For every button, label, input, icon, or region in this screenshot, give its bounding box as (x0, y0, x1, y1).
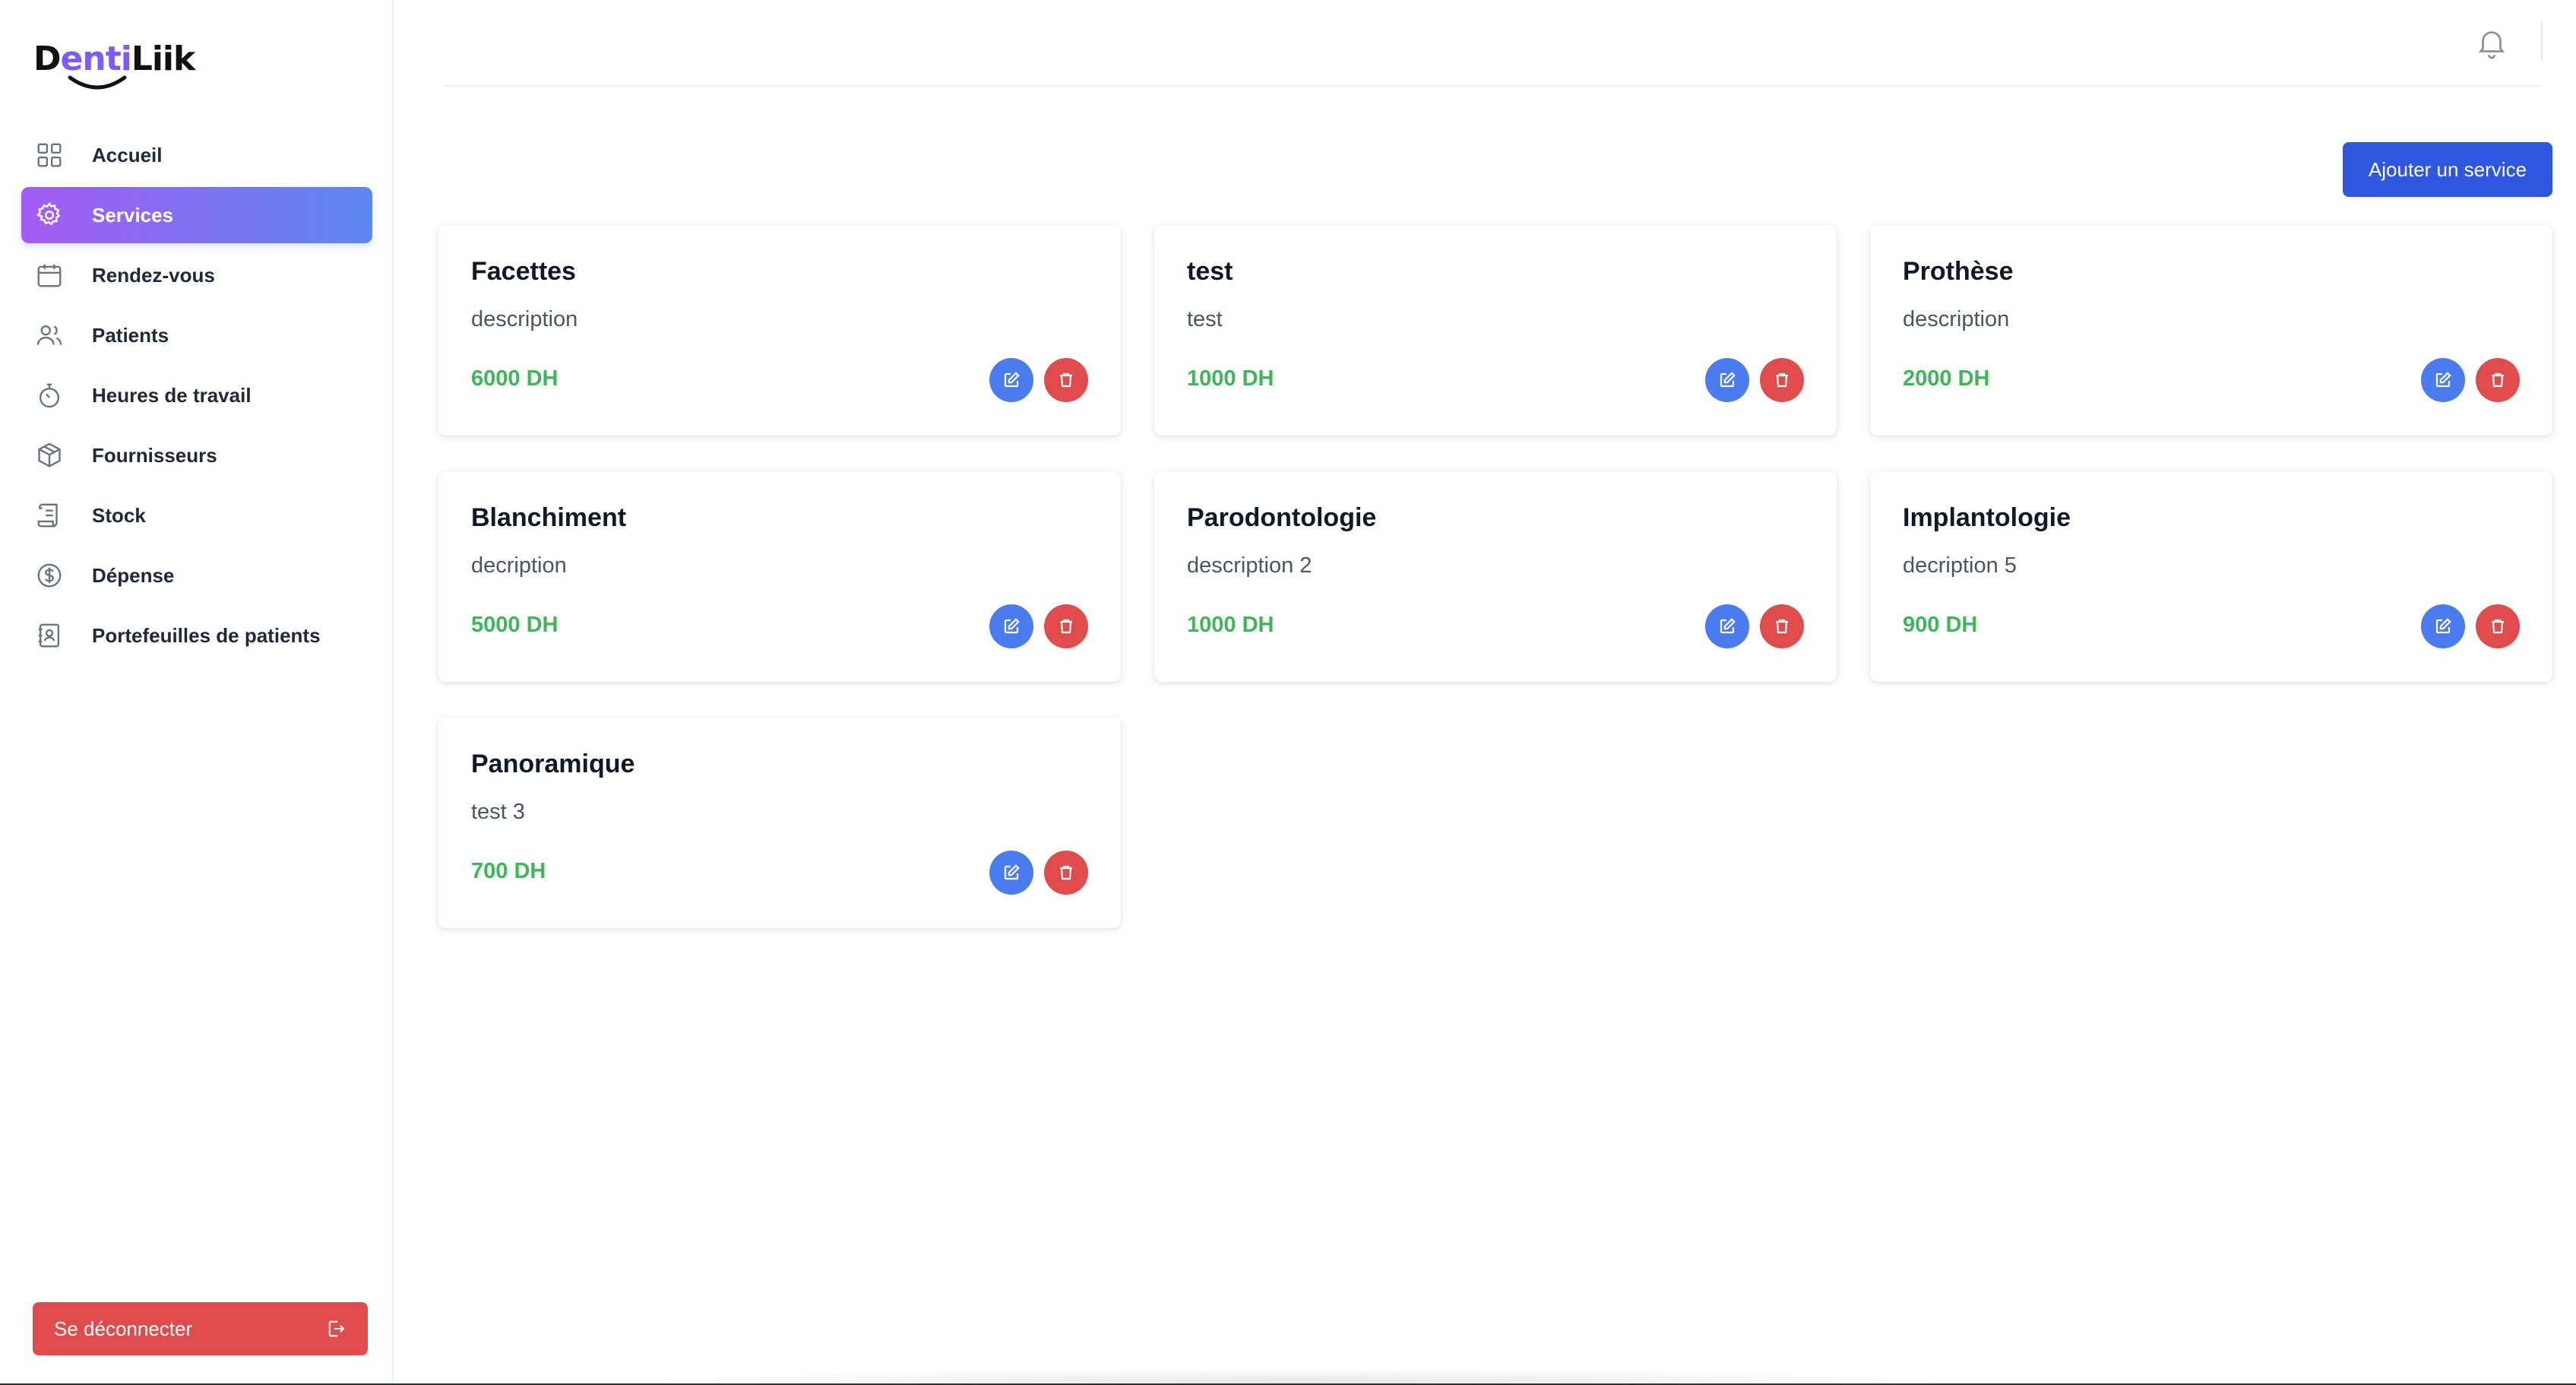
edit-icon (2435, 618, 2451, 634)
service-description: decription 5 (1903, 553, 2017, 578)
sidebar-item-fournisseurs[interactable]: Fournisseurs (21, 427, 372, 483)
trash-icon (1060, 619, 1072, 634)
edit-icon (1004, 618, 1020, 634)
logo-text-liik: Liik (131, 40, 195, 78)
logout-label: Se déconnecter (54, 1317, 193, 1340)
trash-icon (2492, 372, 2504, 388)
sidebar-item-label: Dépense (92, 563, 175, 587)
sidebar-item-label: Heures de travail (92, 383, 252, 407)
edit-button[interactable] (1705, 604, 1749, 648)
sidebar-item-label: Patients (92, 323, 169, 347)
service-card: Implantologie decription 5 900 DH (1870, 471, 2552, 682)
header-divider (2541, 21, 2543, 61)
trash-icon (1060, 372, 1072, 388)
sidebar-item-depense[interactable]: Dépense (21, 547, 372, 604)
service-price: 700 DH (471, 859, 546, 883)
service-description: test (1187, 307, 1223, 331)
service-title: Parodontologie (1187, 503, 1377, 532)
trash-icon (1060, 865, 1072, 880)
edit-button[interactable] (1705, 358, 1749, 402)
service-price: 1000 DH (1187, 366, 1274, 391)
service-card: Facettes description 6000 DH (438, 225, 1121, 436)
scroll-icon (33, 499, 65, 531)
app-root: Denti Liik Accueil Services Rendez-vous … (0, 0, 2576, 1385)
edit-button[interactable] (989, 851, 1033, 895)
service-title: Panoramique (471, 750, 635, 778)
service-description: description (1903, 307, 2010, 331)
sidebar-item-label: Rendez-vous (92, 263, 215, 287)
delete-button[interactable] (2476, 604, 2520, 648)
service-title: Implantologie (1903, 503, 2071, 532)
service-description: description 2 (1187, 553, 1312, 578)
service-card: Blanchiment decription 5000 DH (438, 471, 1121, 682)
service-title: Facettes (471, 257, 576, 286)
service-price: 6000 DH (471, 366, 559, 391)
sidebar-item-stock[interactable]: Stock (21, 487, 372, 544)
delete-button[interactable] (1044, 604, 1088, 648)
service-title: test (1187, 257, 1233, 286)
edit-icon (1004, 864, 1020, 880)
edit-button[interactable] (2421, 604, 2465, 648)
logout-button[interactable]: Se déconnecter (33, 1302, 368, 1355)
dollar-circle-icon (33, 559, 65, 591)
add-service-button[interactable]: Ajouter un service (2343, 142, 2552, 197)
edit-icon (1720, 618, 1736, 634)
service-card: test test 1000 DH (1154, 225, 1837, 436)
service-description: description (471, 307, 578, 331)
contact-book-icon (33, 620, 65, 651)
edit-button[interactable] (989, 604, 1033, 648)
service-price: 2000 DH (1903, 366, 1990, 391)
sidebar-item-label: Stock (92, 503, 146, 527)
delete-button[interactable] (1760, 358, 1804, 402)
edit-icon (2435, 372, 2451, 388)
service-description: decription (471, 553, 567, 578)
sidebar-item-services[interactable]: Services (21, 187, 372, 243)
sidebar-item-patients[interactable]: Patients (21, 307, 372, 363)
delete-button[interactable] (2476, 358, 2520, 402)
trash-icon (2492, 619, 2504, 634)
logo: Denti Liik (33, 40, 195, 100)
service-title: Prothèse (1903, 257, 2014, 286)
sidebar-item-portefeuilles[interactable]: Portefeuilles de patients (21, 607, 372, 664)
sidebar-item-heures-de-travail[interactable]: Heures de travail (21, 367, 372, 423)
bottom-shadow (593, 1368, 2006, 1385)
service-title: Blanchiment (471, 503, 627, 532)
trash-icon (1776, 372, 1788, 388)
sidebar: Denti Liik Accueil Services Rendez-vous … (0, 0, 394, 1385)
grid-icon (33, 139, 65, 171)
stopwatch-icon (33, 379, 65, 411)
bell-icon[interactable] (2474, 24, 2509, 61)
smile-icon (68, 75, 127, 90)
sidebar-item-label: Accueil (92, 143, 163, 166)
service-card: Panoramique test 3 700 DH (438, 718, 1121, 928)
service-price: 5000 DH (471, 613, 559, 637)
sidebar-item-label: Services (92, 203, 173, 227)
service-price: 900 DH (1903, 613, 1978, 637)
sidebar-item-label: Fournisseurs (92, 443, 217, 467)
logout-icon (328, 1320, 345, 1337)
edit-button[interactable] (989, 358, 1033, 402)
gear-icon (33, 199, 65, 231)
sidebar-item-accueil[interactable]: Accueil (21, 127, 372, 183)
service-card: Prothèse description 2000 DH (1870, 225, 2552, 436)
delete-button[interactable] (1044, 851, 1088, 895)
edit-icon (1004, 372, 1020, 388)
sidebar-item-rendez-vous[interactable]: Rendez-vous (21, 247, 372, 303)
sidebar-item-label: Portefeuilles de patients (92, 623, 321, 647)
logo-text-d: D (33, 40, 62, 78)
package-icon (33, 439, 65, 471)
delete-button[interactable] (1044, 358, 1088, 402)
calendar-icon (33, 259, 65, 291)
top-bar (444, 0, 2543, 87)
edit-icon (1720, 372, 1736, 388)
delete-button[interactable] (1760, 604, 1804, 648)
trash-icon (1776, 619, 1788, 634)
service-description: test 3 (471, 800, 525, 824)
edit-button[interactable] (2421, 358, 2465, 402)
users-icon (33, 319, 65, 351)
service-card: Parodontologie description 2 1000 DH (1154, 471, 1837, 682)
sidebar-nav: Accueil Services Rendez-vous Patients He… (21, 127, 372, 667)
service-price: 1000 DH (1187, 613, 1274, 637)
